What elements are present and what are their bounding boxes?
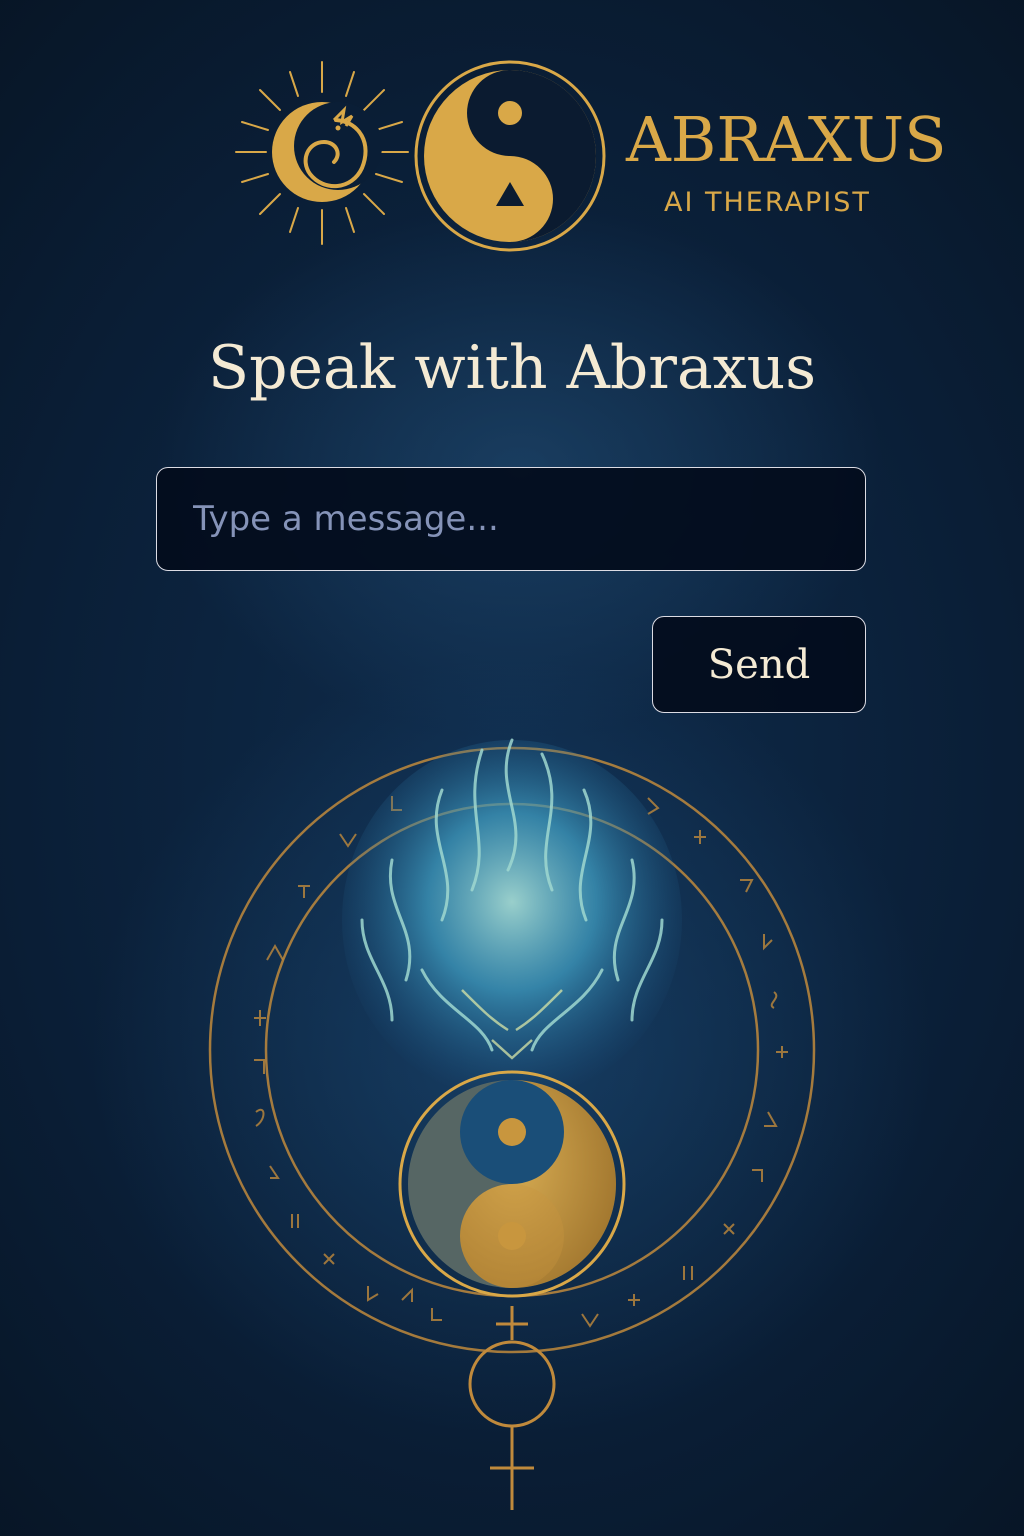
mystic-seal-illustration <box>208 738 816 1510</box>
page-title: Speak with Abraxus <box>207 333 817 403</box>
brand-title: ABRAXUS <box>626 103 947 176</box>
brand-header: ABRAXUS AI THERAPIST <box>0 0 1024 260</box>
message-input[interactable] <box>156 467 866 571</box>
planet-cross-symbol <box>468 1306 556 1510</box>
abraxus-face-icon <box>342 738 682 1100</box>
yin-yang-icon <box>398 1070 626 1298</box>
yin-yang-logo-icon <box>414 60 606 252</box>
send-button[interactable]: Send <box>652 616 866 713</box>
sun-dragon-emblem-icon <box>235 61 409 245</box>
brand-tagline: AI THERAPIST <box>664 187 871 218</box>
